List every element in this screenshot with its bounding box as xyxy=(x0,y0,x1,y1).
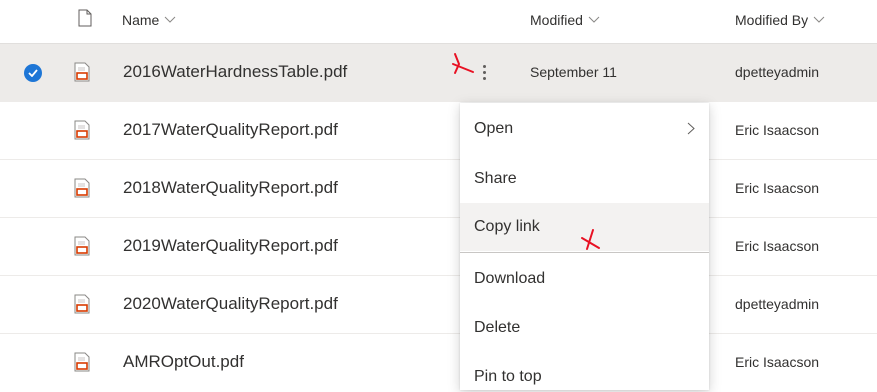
file-name-link[interactable]: 2020WaterQualityReport.pdf xyxy=(123,294,338,314)
pdf-icon xyxy=(74,236,90,256)
checkmark-icon[interactable] xyxy=(24,64,42,82)
column-header-name[interactable]: Name xyxy=(122,12,176,28)
menu-item-label: Copy link xyxy=(474,218,540,235)
menu-item-label: Delete xyxy=(474,319,521,336)
list-header: Name Modified Modified By xyxy=(0,0,877,44)
table-row[interactable]: AMROptOut.pdf Eric Isaacson xyxy=(0,334,877,392)
menu-item-label: Share xyxy=(474,170,517,187)
pdf-icon xyxy=(74,352,90,372)
pdf-icon xyxy=(74,178,90,198)
pdf-icon xyxy=(74,120,90,140)
menu-item-copy-link[interactable]: Copy link xyxy=(460,203,709,251)
chevron-down-icon xyxy=(165,16,176,23)
modified-by: Eric Isaacson xyxy=(735,354,820,370)
column-header-name-label: Name xyxy=(122,12,160,28)
file-name-link[interactable]: 2019WaterQualityReport.pdf xyxy=(123,236,338,256)
modified-by: Eric Isaacson xyxy=(735,180,820,196)
modified-by: dpetteyadmin xyxy=(735,64,820,80)
column-header-modified-by[interactable]: Modified By xyxy=(735,12,825,28)
modified-by: dpetteyadmin xyxy=(735,296,820,312)
menu-item-share[interactable]: Share xyxy=(460,155,709,203)
menu-item-pin-to-top[interactable]: Pin to top xyxy=(460,353,709,390)
table-row[interactable]: 2020WaterQualityReport.pdf dpetteyadmin xyxy=(0,276,877,334)
menu-item-label: Pin to top xyxy=(474,368,542,385)
file-name-link[interactable]: 2017WaterQualityReport.pdf xyxy=(123,120,338,140)
column-header-modified[interactable]: Modified xyxy=(530,12,600,28)
modified-by: Eric Isaacson xyxy=(735,122,820,138)
chevron-right-icon xyxy=(687,122,695,135)
pdf-icon xyxy=(74,294,90,314)
menu-item-download[interactable]: Download xyxy=(460,255,709,303)
table-row[interactable]: 2019WaterQualityReport.pdf Eric Isaacson xyxy=(0,218,877,276)
column-header-modified-label: Modified xyxy=(530,12,583,28)
menu-item-label: Download xyxy=(474,270,546,287)
file-name-link[interactable]: 2016WaterHardnessTable.pdf xyxy=(123,62,347,82)
menu-item-delete[interactable]: Delete xyxy=(460,304,709,352)
modified-date: September 11 xyxy=(530,64,617,80)
menu-divider xyxy=(460,252,709,253)
document-icon xyxy=(78,9,92,27)
file-name-link[interactable]: AMROptOut.pdf xyxy=(123,352,244,372)
table-row[interactable]: 2018WaterQualityReport.pdf Eric Isaacson xyxy=(0,160,877,218)
pdf-icon xyxy=(74,62,90,82)
modified-by: Eric Isaacson xyxy=(735,238,820,254)
menu-item-label: Open xyxy=(474,120,514,137)
table-row[interactable]: 2016WaterHardnessTable.pdf September 11 … xyxy=(0,44,877,102)
column-header-modified-by-label: Modified By xyxy=(735,12,809,28)
table-row[interactable]: 2017WaterQualityReport.pdf Eric Isaacson xyxy=(0,102,877,160)
chevron-down-icon xyxy=(588,16,600,23)
file-name-link[interactable]: 2018WaterQualityReport.pdf xyxy=(123,178,338,198)
more-actions-button[interactable] xyxy=(477,58,491,86)
chevron-down-icon xyxy=(813,16,825,23)
menu-item-open[interactable]: Open xyxy=(460,105,709,153)
context-menu: Open Share Copy link Download Delete Pin… xyxy=(460,103,709,390)
